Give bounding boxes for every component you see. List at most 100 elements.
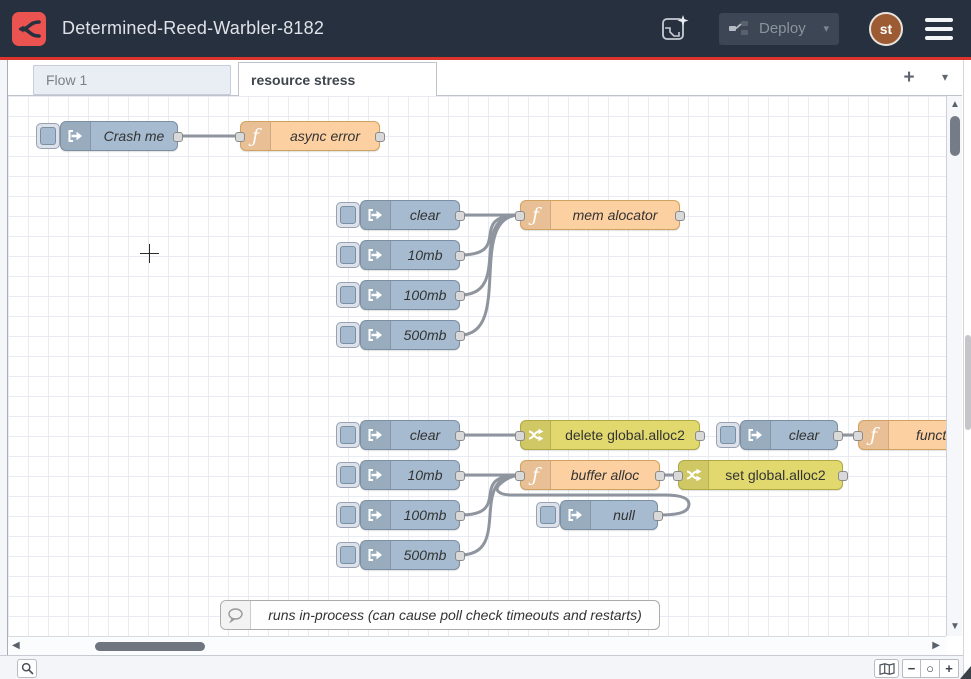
node-10mb-1[interactable]: 10mb: [360, 240, 460, 270]
user-avatar[interactable]: st: [869, 12, 903, 46]
node-label: 100mb: [391, 501, 459, 529]
inject-arrow-icon: [741, 421, 771, 449]
main-menu-button[interactable]: [925, 14, 955, 44]
tab-resource-stress[interactable]: resource stress: [238, 62, 437, 96]
deploy-label: Deploy: [759, 20, 806, 37]
flowfuse-logo[interactable]: [12, 12, 46, 46]
node-label: 10mb: [391, 461, 459, 489]
output-port[interactable]: [455, 511, 465, 521]
node-label: set global.alloc2: [709, 461, 842, 489]
deploy-options-chevron-icon[interactable]: ▾: [815, 22, 829, 35]
vertical-scrollbar-thumb[interactable]: [950, 116, 960, 156]
node-set-global-alloc2[interactable]: set global.alloc2: [678, 460, 843, 490]
tab-flow-1[interactable]: Flow 1: [33, 65, 231, 95]
node-function-right[interactable]: ƒfunction: [858, 420, 946, 450]
scroll-right-arrow-icon[interactable]: ▶: [932, 640, 940, 651]
inject-trigger-button[interactable]: [336, 242, 360, 268]
node-mem-alocator[interactable]: ƒmem alocator: [520, 200, 680, 230]
node-label: 10mb: [391, 241, 459, 269]
output-port[interactable]: [375, 132, 385, 142]
output-port[interactable]: [455, 211, 465, 221]
inject-trigger-button[interactable]: [336, 422, 360, 448]
inject-arrow-icon: [361, 501, 391, 529]
node-label: clear: [391, 421, 459, 449]
output-port[interactable]: [455, 551, 465, 561]
input-port[interactable]: [853, 431, 863, 441]
inject-trigger-button[interactable]: [536, 502, 560, 528]
output-port[interactable]: [833, 431, 843, 441]
input-port[interactable]: [515, 471, 525, 481]
inject-arrow-icon: [361, 241, 391, 269]
window-resize-grip[interactable]: [960, 666, 971, 679]
inject-trigger-button[interactable]: [716, 422, 740, 448]
node-label: 100mb: [391, 281, 459, 309]
node-async-error[interactable]: ƒasync error: [240, 121, 380, 151]
output-port[interactable]: [455, 291, 465, 301]
input-port[interactable]: [235, 132, 245, 142]
inject-trigger-inner: [40, 127, 56, 145]
output-port[interactable]: [675, 211, 685, 221]
function-f-icon: ƒ: [521, 461, 551, 489]
node-clear-2[interactable]: clear: [360, 420, 460, 450]
zoom-out-button[interactable]: −: [902, 659, 921, 678]
zoom-in-button[interactable]: +: [940, 659, 959, 678]
output-port[interactable]: [173, 132, 183, 142]
node-label: mem alocator: [551, 201, 679, 229]
inject-trigger-button[interactable]: [336, 202, 360, 228]
vertical-scrollbar[interactable]: ▲ ▼: [946, 96, 962, 636]
output-port[interactable]: [455, 471, 465, 481]
add-flow-button[interactable]: +: [898, 67, 920, 89]
horizontal-scrollbar[interactable]: ◀ ▶: [8, 636, 946, 655]
inject-trigger-button[interactable]: [336, 282, 360, 308]
node-10mb-2[interactable]: 10mb: [360, 460, 460, 490]
tab-label: resource stress: [251, 72, 355, 88]
inject-trigger-inner: [340, 546, 356, 564]
inject-arrow-icon: [361, 461, 391, 489]
output-port[interactable]: [838, 471, 848, 481]
node-buffer-alloc[interactable]: ƒbuffer alloc: [520, 460, 660, 490]
node-500mb-2[interactable]: 500mb: [360, 540, 460, 570]
node-100mb-2[interactable]: 100mb: [360, 500, 460, 530]
scroll-up-arrow-icon[interactable]: ▲: [947, 99, 963, 110]
node-null-inject[interactable]: null: [560, 500, 658, 530]
node-100mb-1[interactable]: 100mb: [360, 280, 460, 310]
output-port[interactable]: [455, 331, 465, 341]
node-label: null: [591, 501, 657, 529]
deploy-button[interactable]: Deploy ▾: [719, 13, 839, 45]
zoom-reset-button[interactable]: ○: [921, 659, 940, 678]
node-comment-note[interactable]: runs in-process (can cause poll check ti…: [220, 600, 660, 630]
inject-trigger-button[interactable]: [36, 123, 60, 149]
horizontal-scrollbar-thumb[interactable]: [95, 642, 205, 651]
node-label: 500mb: [391, 321, 459, 349]
node-label: async error: [271, 122, 379, 150]
inject-trigger-button[interactable]: [336, 322, 360, 348]
node-clear-1[interactable]: clear: [360, 200, 460, 230]
inject-trigger-button[interactable]: [336, 542, 360, 568]
output-port[interactable]: [455, 431, 465, 441]
window-scrollbar[interactable]: [963, 60, 971, 679]
search-flows-button[interactable]: [17, 659, 37, 678]
inject-trigger-button[interactable]: [336, 462, 360, 488]
tab-list-chevron-icon[interactable]: ▾: [942, 70, 948, 84]
node-crash-me[interactable]: Crash me: [60, 121, 178, 151]
input-port[interactable]: [673, 471, 683, 481]
flow-tab-bar: Flow 1 resource stress + ▾: [8, 60, 962, 96]
map-icon: [879, 663, 895, 675]
node-500mb-1[interactable]: 500mb: [360, 320, 460, 350]
node-delete-global-alloc2[interactable]: delete global.alloc2: [520, 420, 700, 450]
node-clear-3[interactable]: clear: [740, 420, 838, 450]
output-port[interactable]: [455, 251, 465, 261]
flow-canvas[interactable]: Crash meƒasync errorclear10mb100mb500mbƒ…: [8, 96, 946, 636]
node-label: buffer alloc: [551, 461, 659, 489]
inject-trigger-button[interactable]: [336, 502, 360, 528]
ai-flow-assistant-button[interactable]: [657, 11, 693, 47]
output-port[interactable]: [653, 511, 663, 521]
scroll-down-arrow-icon[interactable]: ▼: [947, 621, 963, 632]
output-port[interactable]: [655, 471, 665, 481]
input-port[interactable]: [515, 431, 525, 441]
navigator-button[interactable]: [874, 659, 899, 678]
window-scrollbar-thumb[interactable]: [965, 335, 971, 430]
output-port[interactable]: [695, 431, 705, 441]
input-port[interactable]: [515, 211, 525, 221]
scroll-left-arrow-icon[interactable]: ◀: [12, 640, 20, 651]
